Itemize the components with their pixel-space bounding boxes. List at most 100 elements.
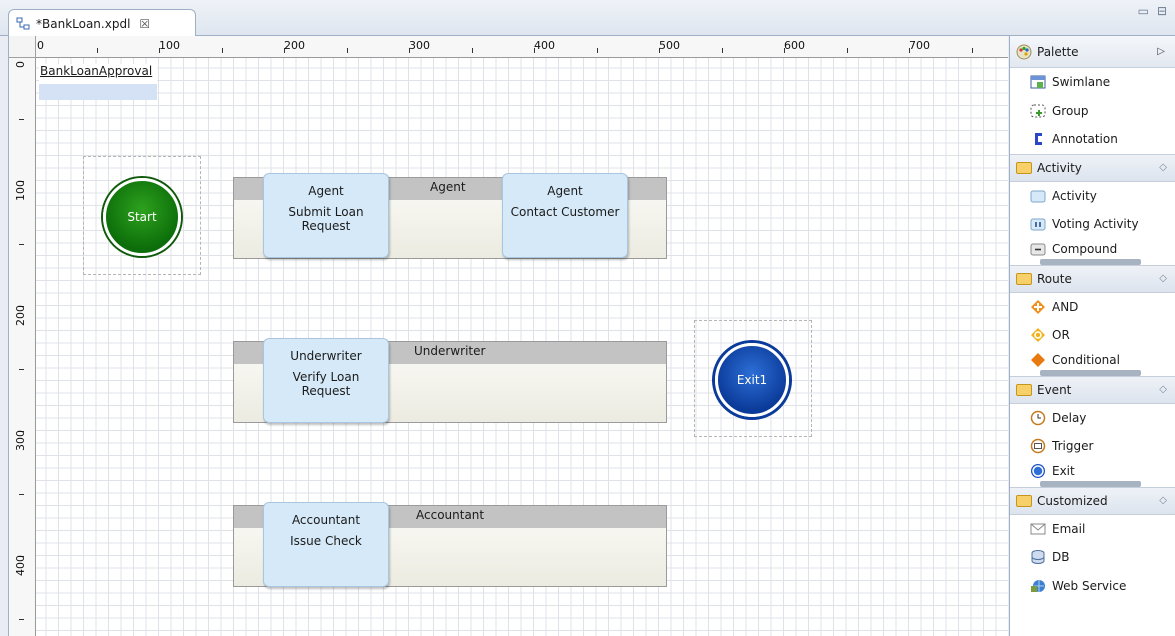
web-service-icon xyxy=(1030,578,1046,594)
palette-drawer-route[interactable]: Route ◇ xyxy=(1010,264,1175,293)
activity-name: Contact Customer xyxy=(510,205,620,219)
ruler-tick xyxy=(971,48,973,53)
drawer-toggle-icon[interactable]: ◇ xyxy=(1159,162,1167,173)
database-icon xyxy=(1030,549,1046,565)
ruler-label: 400 xyxy=(14,555,27,576)
ruler-label: 300 xyxy=(14,430,27,451)
compound-icon xyxy=(1030,241,1046,257)
palette-item-db[interactable]: DB xyxy=(1010,543,1175,572)
activity-name: Issue Check xyxy=(290,534,362,548)
swimlane-icon xyxy=(1030,74,1046,90)
ruler-label: 700 xyxy=(909,39,930,52)
palette-item-web-service[interactable]: Web Service xyxy=(1010,572,1175,601)
palette-drawer-customized[interactable]: Customized ◇ xyxy=(1010,486,1175,515)
window-controls: ▭ ⊟ xyxy=(1138,4,1167,18)
activity-performer: Agent xyxy=(547,184,583,198)
ruler-label: 200 xyxy=(14,305,27,326)
swimlane-title: Accountant xyxy=(416,508,485,522)
palette-item-voting-activity[interactable]: Voting Activity xyxy=(1010,210,1175,239)
palette-item-or[interactable]: OR xyxy=(1010,321,1175,350)
swimlane-title: Underwriter xyxy=(414,344,486,358)
palette: Palette ▷ Swimlane Group Annotation Acti… xyxy=(1009,36,1175,636)
ruler-tick xyxy=(471,48,473,53)
process-name-label[interactable]: BankLoanApproval xyxy=(39,64,157,100)
clock-icon xyxy=(1030,410,1046,426)
activity-submit-loan-request[interactable]: Agent Submit Loan Request xyxy=(263,173,389,258)
drawer-toggle-icon[interactable]: ◇ xyxy=(1159,273,1167,284)
or-gateway-icon xyxy=(1030,327,1046,343)
and-gateway-icon xyxy=(1030,299,1046,315)
vertical-ruler: 0 100 200 300 400 xyxy=(9,58,36,636)
palette-item-email[interactable]: Email xyxy=(1010,515,1175,544)
folder-icon xyxy=(1016,272,1032,285)
folder-icon xyxy=(1016,161,1032,174)
palette-title: Palette xyxy=(1037,44,1079,59)
folder-icon xyxy=(1016,383,1032,396)
exit-event-icon xyxy=(1030,463,1046,479)
ruler-tick xyxy=(721,48,723,53)
group-icon xyxy=(1030,103,1046,119)
ruler-tick xyxy=(19,243,24,245)
palette-item-exit[interactable]: Exit xyxy=(1010,461,1175,481)
ruler-label: 600 xyxy=(784,39,805,52)
ruler-label: 200 xyxy=(284,39,305,52)
activity-name: Verify Loan Request xyxy=(292,370,360,398)
ruler-tick xyxy=(19,618,24,620)
ruler-tick xyxy=(96,48,98,53)
minimize-icon[interactable]: ▭ xyxy=(1138,4,1149,18)
editor-tab[interactable]: *BankLoan.xpdl ☒ xyxy=(8,9,196,37)
xpdl-file-icon xyxy=(15,16,31,32)
annotation-icon xyxy=(1030,131,1046,147)
ruler-label: 0 xyxy=(37,39,44,52)
ruler-label: 500 xyxy=(659,39,680,52)
activity-icon xyxy=(1030,188,1046,204)
palette-item-swimlane[interactable]: Swimlane xyxy=(1010,68,1175,97)
conditional-gateway-icon xyxy=(1030,352,1046,368)
folder-icon xyxy=(1016,494,1032,507)
palette-item-group[interactable]: Group xyxy=(1010,97,1175,126)
palette-item-compound[interactable]: Compound xyxy=(1010,239,1175,259)
activity-performer: Underwriter xyxy=(290,349,362,363)
palette-item-activity[interactable]: Activity xyxy=(1010,182,1175,211)
ruler-tick xyxy=(19,368,24,370)
drawer-toggle-icon[interactable]: ◇ xyxy=(1159,384,1167,395)
ruler-label: 400 xyxy=(534,39,555,52)
activity-performer: Accountant xyxy=(291,513,361,527)
trigger-icon xyxy=(1030,438,1046,454)
ruler-label: 0 xyxy=(14,61,27,68)
palette-collapse-icon[interactable]: ▷ xyxy=(1157,46,1165,57)
activity-verify-loan-request[interactable]: Underwriter Verify Loan Request xyxy=(263,338,389,423)
ruler-tick xyxy=(19,493,24,495)
activity-issue-check[interactable]: Accountant Issue Check xyxy=(263,502,389,587)
email-icon xyxy=(1030,521,1046,537)
ruler-label: 100 xyxy=(14,180,27,201)
activity-contact-customer[interactable]: Agent Contact Customer xyxy=(502,173,628,258)
palette-icon xyxy=(1016,44,1032,60)
activity-name: Submit Loan Request xyxy=(288,205,364,233)
maximize-icon[interactable]: ⊟ xyxy=(1157,4,1167,18)
drawer-toggle-icon[interactable]: ◇ xyxy=(1159,495,1167,506)
start-event[interactable]: Start xyxy=(103,178,181,256)
ruler-tick xyxy=(596,48,598,53)
palette-drawer-event[interactable]: Event ◇ xyxy=(1010,375,1175,404)
diagram-editor: 0 100 200 300 400 500 600 700 0 100 200 300 400 Ba… xyxy=(8,36,1008,636)
ruler-tick xyxy=(221,48,223,53)
activity-performer: Agent xyxy=(308,184,344,198)
diagram-canvas[interactable]: BankLoanApproval Start Exit1 Agent Under… xyxy=(36,58,1008,636)
palette-item-annotation[interactable]: Annotation xyxy=(1010,125,1175,154)
palette-header[interactable]: Palette ▷ xyxy=(1010,36,1175,68)
palette-item-conditional[interactable]: Conditional xyxy=(1010,350,1175,370)
editor-tab-title: *BankLoan.xpdl xyxy=(36,16,131,31)
voting-activity-icon xyxy=(1030,216,1046,232)
ruler-label: 300 xyxy=(409,39,430,52)
exit-event[interactable]: Exit1 xyxy=(715,343,789,417)
ruler-tick xyxy=(346,48,348,53)
ruler-label: 100 xyxy=(159,39,180,52)
palette-item-trigger[interactable]: Trigger xyxy=(1010,432,1175,461)
horizontal-ruler: 0 100 200 300 400 500 600 700 xyxy=(36,36,1008,58)
editor-tab-bar: *BankLoan.xpdl ☒ ▭ ⊟ xyxy=(0,0,1175,37)
palette-item-and[interactable]: AND xyxy=(1010,293,1175,322)
palette-item-delay[interactable]: Delay xyxy=(1010,404,1175,433)
palette-drawer-activity[interactable]: Activity ◇ xyxy=(1010,153,1175,182)
close-tab-icon[interactable]: ☒ xyxy=(139,17,150,31)
